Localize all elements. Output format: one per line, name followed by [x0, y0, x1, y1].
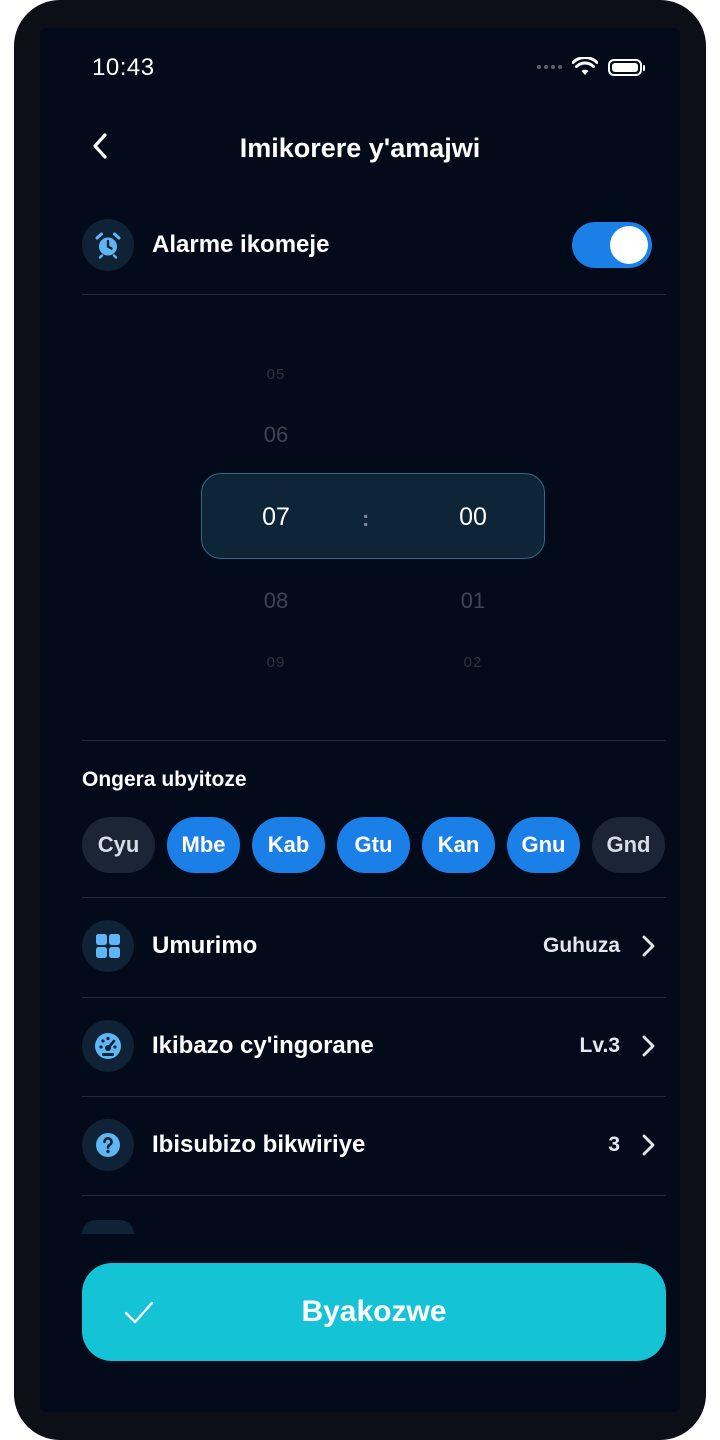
setting-row-correct-answers[interactable]: Ibisubizo bikwiriye 3 — [82, 1097, 666, 1193]
battery-icon — [608, 58, 645, 76]
minute-option[interactable]: 02 — [413, 654, 533, 671]
toggle-knob — [610, 226, 648, 264]
hour-option[interactable]: 05 — [216, 366, 336, 383]
cellular-signal-icon — [537, 65, 562, 69]
done-button-label: Byakozwe — [301, 1295, 447, 1328]
status-time: 10:43 — [92, 54, 155, 81]
hour-option[interactable]: 06 — [216, 422, 336, 448]
day-chip-kan[interactable]: Kan — [422, 817, 495, 873]
setting-label: Umurimo — [152, 932, 258, 959]
speedometer-icon — [82, 1020, 134, 1072]
minute-option[interactable]: 01 — [413, 588, 533, 614]
setting-label: Ibisubizo bikwiriye — [152, 1131, 366, 1158]
wifi-icon — [572, 57, 598, 75]
setting-row-difficulty[interactable]: Ikibazo cy'ingorane Lv.3 — [82, 998, 666, 1094]
divider — [82, 294, 666, 295]
minute-selected[interactable]: 00 — [413, 503, 533, 532]
day-chip-gnd[interactable]: Gnd — [592, 817, 665, 873]
phone-frame: 10:43 Imikorere y'amajwi Alarme ikomeje … — [14, 0, 706, 1440]
divider — [82, 1195, 666, 1196]
alarm-toggle[interactable] — [572, 222, 652, 268]
grid-icon — [82, 920, 134, 972]
alarm-label: Alarme ikomeje — [152, 231, 330, 258]
setting-value: Lv.3 — [579, 1034, 620, 1057]
time-separator: : — [362, 506, 370, 531]
next-setting-icon — [82, 1220, 134, 1234]
hour-option[interactable]: 08 — [216, 588, 336, 614]
hour-selected[interactable]: 07 — [216, 503, 336, 532]
done-button[interactable]: Byakozwe — [82, 1263, 666, 1361]
setting-value: Guhuza — [543, 934, 620, 957]
alarm-clock-icon — [82, 219, 134, 271]
setting-value: 3 — [608, 1133, 620, 1156]
app-screen: 10:43 Imikorere y'amajwi Alarme ikomeje … — [40, 28, 680, 1412]
day-chip-gnu[interactable]: Gnu — [507, 817, 580, 873]
day-chip-gtu[interactable]: Gtu — [337, 817, 410, 873]
setting-row-task[interactable]: Umurimo Guhuza — [82, 898, 666, 994]
setting-label: Ikibazo cy'ingorane — [152, 1032, 374, 1059]
chevron-right-icon — [642, 935, 655, 957]
question-icon — [82, 1119, 134, 1171]
chevron-right-icon — [642, 1035, 655, 1057]
repeat-section-label: Ongera ubyitoze — [82, 768, 247, 791]
page-title: Imikorere y'amajwi — [239, 133, 481, 163]
day-chip-mbe[interactable]: Mbe — [167, 817, 240, 873]
status-icons — [537, 56, 645, 78]
day-chip-kab[interactable]: Kab — [252, 817, 325, 873]
day-chip-cyu[interactable]: Cyu — [82, 817, 155, 873]
divider — [82, 740, 666, 741]
hour-option[interactable]: 09 — [216, 654, 336, 671]
chevron-right-icon — [642, 1134, 655, 1156]
